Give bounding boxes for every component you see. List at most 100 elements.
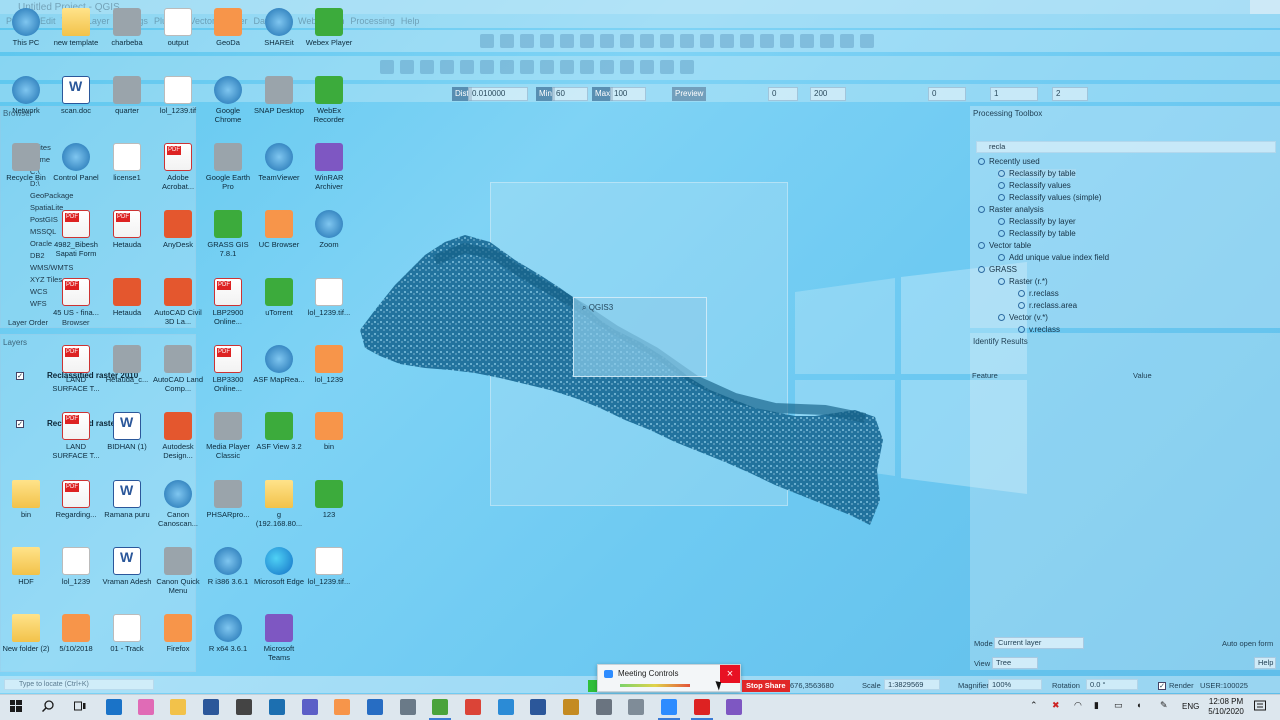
desktop-icon[interactable]: PHSARpro... <box>202 480 254 519</box>
tab-browser[interactable]: Browser <box>62 318 90 327</box>
task-view-icon[interactable] <box>74 700 86 712</box>
windows-start-icon[interactable] <box>10 700 22 712</box>
desktop-icon[interactable]: Microsoft Teams <box>253 614 305 662</box>
mode-select[interactable]: Current layer <box>994 637 1084 649</box>
browser-tree-item[interactable]: WMS/WMTS <box>30 263 73 272</box>
desktop-icon[interactable]: Hetauda <box>101 210 153 249</box>
volume-icon[interactable]: ◖ <box>1136 700 1141 710</box>
toolbar-tool-icon[interactable] <box>700 34 714 48</box>
toolbar-tool-icon[interactable] <box>640 34 654 48</box>
toolbar-tool-icon[interactable] <box>840 34 854 48</box>
desktop-icon[interactable]: Adobe Acrobat... <box>152 143 204 191</box>
clock[interactable]: 12:08 PM 5/10/2020 <box>1200 697 1252 717</box>
desktop-icon[interactable]: UC Browser <box>253 210 305 249</box>
desktop-icon[interactable]: LBP3300 Online... <box>202 345 254 393</box>
locator-search-input[interactable]: Type to locate (Ctrl+K) <box>4 679 154 690</box>
explorer-icon[interactable] <box>170 699 186 715</box>
toolbox-group[interactable]: GRASS <box>978 265 1017 274</box>
toolbar-tool-icon[interactable] <box>580 34 594 48</box>
desktop-icon[interactable]: This PC <box>0 8 52 47</box>
field-a[interactable]: 0 <box>768 87 798 101</box>
toolbox-algorithm[interactable]: Reclassify values <box>998 181 1071 190</box>
browser-tree-item[interactable]: DB2 <box>30 251 45 260</box>
toolbox-algorithm[interactable]: Reclassify by table <box>998 229 1076 238</box>
toolbar-tool-icon[interactable] <box>500 34 514 48</box>
desktop-icon[interactable]: Canon Quick Menu <box>152 547 204 595</box>
toolbar-tool-icon[interactable] <box>440 60 454 74</box>
mic-icon[interactable]: ▮ <box>1094 700 1099 711</box>
tab-layer-order[interactable]: Layer Order <box>8 318 48 327</box>
help-button[interactable]: Help <box>1254 657 1276 669</box>
toolbar-tool-icon[interactable] <box>580 60 594 74</box>
document-icon[interactable] <box>628 699 644 715</box>
toolbox-algorithm[interactable]: Add unique value index field <box>998 253 1109 262</box>
notification-icon[interactable] <box>1254 700 1266 712</box>
desktop-icon[interactable]: LAND SURFACE T... <box>50 412 102 460</box>
toolbar-tool-icon[interactable] <box>600 60 614 74</box>
desktop-icon[interactable]: Zoom <box>303 210 355 249</box>
desktop-icon[interactable]: Control Panel <box>50 143 102 182</box>
desktop-icon[interactable]: ASF View 3.2 <box>253 412 305 451</box>
desktop-icon[interactable]: Microsoft Edge <box>253 547 305 586</box>
desktop-icon[interactable]: Autodesk Design... <box>152 412 204 460</box>
desktop-icon[interactable]: WebEx Recorder <box>303 76 355 124</box>
desktop-icon[interactable]: WinRAR Archiver <box>303 143 355 191</box>
calculator-icon[interactable] <box>236 699 252 715</box>
desktop-icon[interactable]: lol_1239.tif... <box>303 547 355 586</box>
toolbox-group[interactable]: Vector (v.*) <box>998 313 1048 322</box>
earth-icon[interactable] <box>498 699 514 715</box>
field-d[interactable]: 1 <box>990 87 1038 101</box>
toolbar-tool-icon[interactable] <box>540 34 554 48</box>
toolbar-tool-icon[interactable] <box>720 34 734 48</box>
menu-item[interactable]: Help <box>401 14 420 28</box>
desktop-icon[interactable]: g (192.168.80... <box>253 480 305 528</box>
desktop-icon[interactable]: bin <box>303 412 355 451</box>
r-icon[interactable] <box>367 699 383 715</box>
desktop-icon[interactable]: Hetauda <box>101 278 153 317</box>
wifi-icon[interactable]: ◠ <box>1074 700 1082 711</box>
toolbox-algorithm[interactable]: Reclassify values (simple) <box>998 193 1101 202</box>
desktop-icon[interactable]: 4982_Bibesh Sapati Form <box>50 210 102 258</box>
toolbar-tool-icon[interactable] <box>760 34 774 48</box>
toolbox-algorithm[interactable]: Reclassify by layer <box>998 217 1076 226</box>
toolbox-group[interactable]: Recently used <box>978 157 1040 166</box>
toolbar-tool-icon[interactable] <box>540 60 554 74</box>
toolbar-tool-icon[interactable] <box>560 60 574 74</box>
desktop-icon[interactable]: New folder (2) <box>0 614 52 653</box>
toolbar-tool-icon[interactable] <box>520 60 534 74</box>
desktop-icon[interactable]: uTorrent <box>253 278 305 317</box>
desktop-icon[interactable]: output <box>152 8 204 47</box>
toolbar-tool-icon[interactable] <box>640 60 654 74</box>
layer-checkbox[interactable]: ✓ <box>16 371 24 380</box>
word-icon[interactable] <box>530 699 546 715</box>
desktop-icon[interactable]: license1 <box>101 143 153 182</box>
desktop-icon[interactable]: GRASS GIS 7.8.1 <box>202 210 254 258</box>
desktop-icon[interactable]: lol_1239 <box>50 547 102 586</box>
auto-open-form-checkbox[interactable]: Auto open form <box>1222 639 1273 648</box>
preview-button[interactable]: Preview <box>672 87 707 101</box>
store-icon[interactable] <box>203 699 219 715</box>
feature-column-header[interactable]: Feature <box>972 371 998 380</box>
desktop-icon[interactable]: Canon Canoscan... <box>152 480 204 528</box>
desktop-icon[interactable]: quarter <box>101 76 153 115</box>
desktop-icon[interactable]: Google Earth Pro <box>202 143 254 191</box>
close-icon[interactable]: × <box>720 665 740 683</box>
desktop-icon[interactable]: Webex Player <box>303 8 355 47</box>
edit-icon[interactable] <box>563 699 579 715</box>
toolbox-algorithm[interactable]: r.reclass <box>1018 289 1059 298</box>
desktop-icon[interactable]: LBP2900 Online... <box>202 278 254 326</box>
toolbar-tool-icon[interactable] <box>740 34 754 48</box>
toolbar-tool-icon[interactable] <box>620 34 634 48</box>
desktop-icon[interactable]: 01 - Track <box>101 614 153 653</box>
desktop-icon[interactable]: lol_1239.tif <box>152 76 204 115</box>
desktop-icon[interactable]: bin <box>0 480 52 519</box>
toolbar-tool-icon[interactable] <box>820 34 834 48</box>
tray-app-icon[interactable]: ✖ <box>1052 700 1060 711</box>
toolbar-tool-icon[interactable] <box>860 34 874 48</box>
desktop-icon[interactable]: AutoCAD Land Comp... <box>152 345 204 393</box>
minimize-button[interactable] <box>1250 0 1280 14</box>
desktop-icon[interactable]: ASF MapRea... <box>253 345 305 384</box>
desktop-icon[interactable]: BIDHAN (1) <box>101 412 153 451</box>
desktop-icon[interactable]: HDF <box>0 547 52 586</box>
toolbar-tool-icon[interactable] <box>620 60 634 74</box>
